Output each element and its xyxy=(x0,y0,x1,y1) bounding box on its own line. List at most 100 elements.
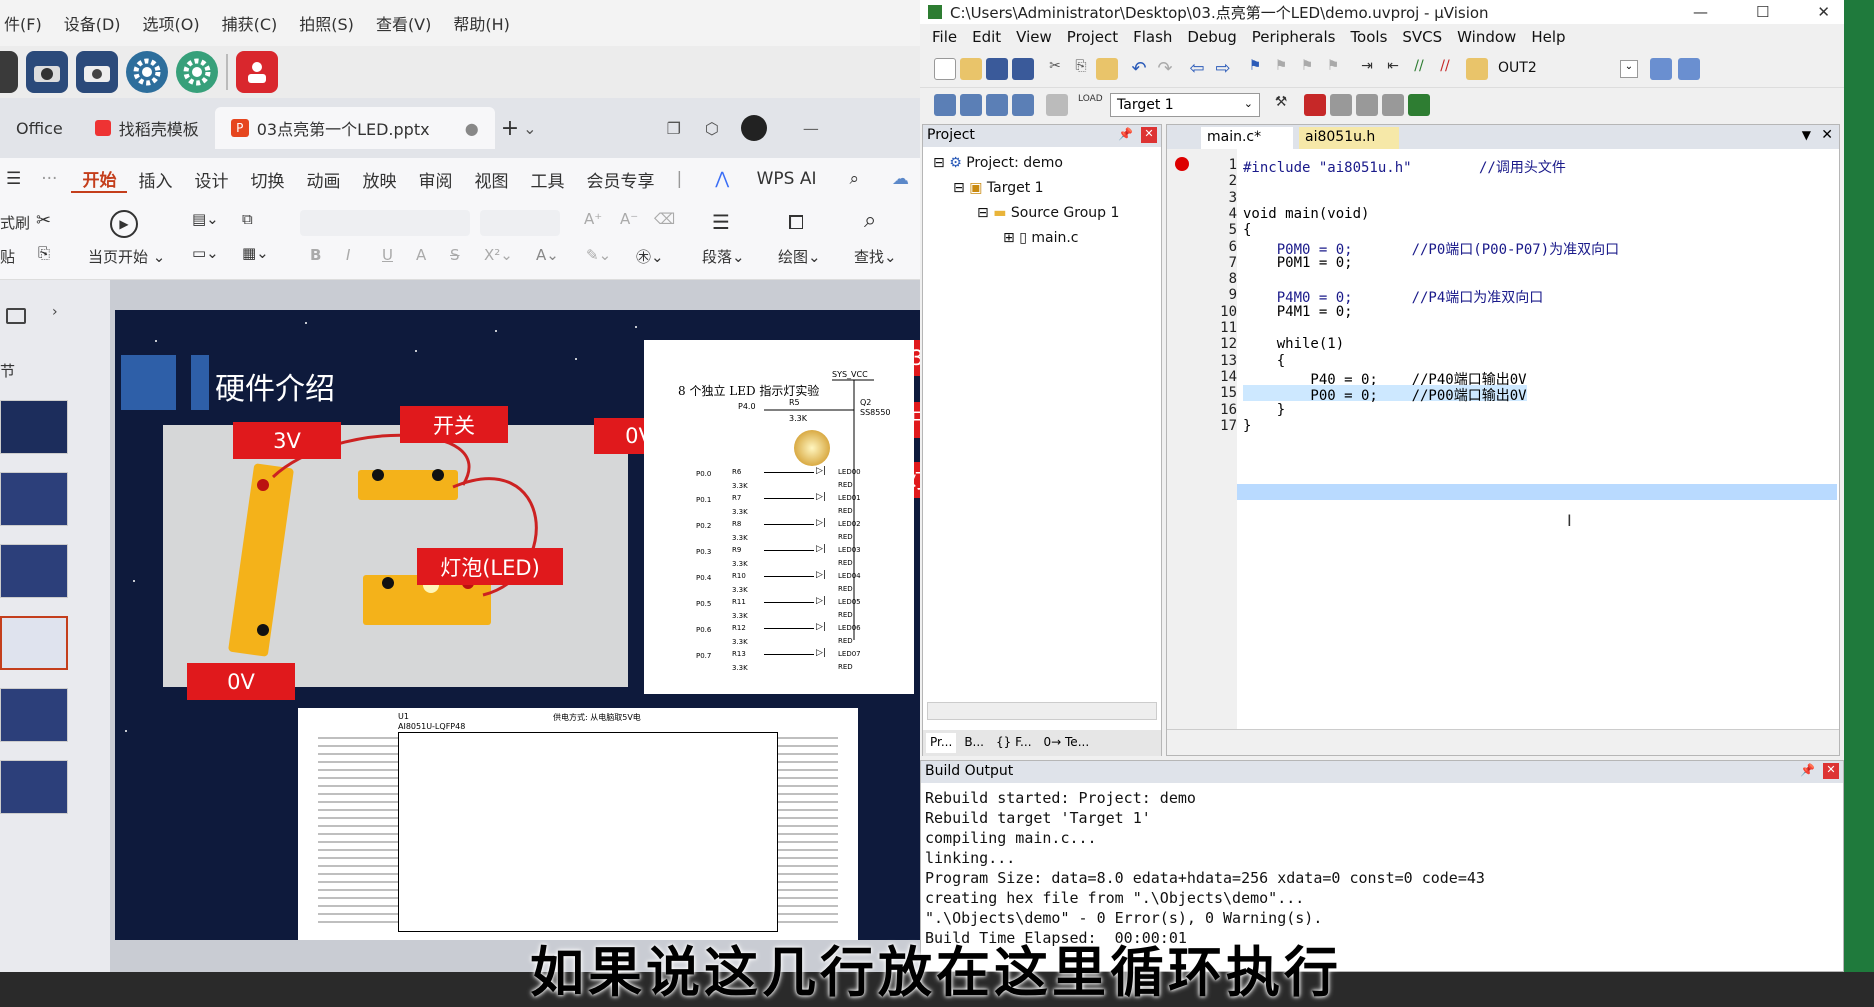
pack-installer-icon[interactable] xyxy=(1408,94,1430,116)
find-dropdown-chevron-icon[interactable]: ⌄ xyxy=(1620,60,1638,78)
ribbon-menu-icon[interactable]: ☰ xyxy=(0,169,27,189)
maximize-icon[interactable]: ☐ xyxy=(1756,3,1769,21)
tree-collapse-icon[interactable]: ⊟ xyxy=(933,155,945,171)
target-options-icon[interactable]: ⚒ xyxy=(1270,94,1292,116)
target-select[interactable]: Target 1 ⌄ xyxy=(1110,93,1260,117)
chevron-right-icon[interactable]: › xyxy=(52,304,58,320)
text-effect-icon[interactable]: A xyxy=(416,246,426,264)
bookmark-prev-icon[interactable]: ⚑ xyxy=(1270,58,1292,80)
indent-icon[interactable]: ⇥ xyxy=(1356,58,1378,80)
drawing-icon[interactable]: ⧠ xyxy=(788,210,804,234)
tab-templates[interactable]: 找稻壳模板 xyxy=(79,107,215,149)
camera-menu-view[interactable]: 查看(V) xyxy=(376,11,431,35)
camera-menu-device[interactable]: 设备(D) xyxy=(64,11,121,35)
ribbon-tab-vip[interactable]: 会员专享 xyxy=(575,167,665,192)
tree-main-c[interactable]: ⊞ ▯ main.c xyxy=(1003,230,1079,246)
ribbon-tab-tools[interactable]: 工具 xyxy=(519,167,575,192)
find-button[interactable]: 查找⌄ xyxy=(854,246,897,267)
user-icon[interactable] xyxy=(236,51,278,93)
ribbon-tab-insert[interactable]: 插入 xyxy=(127,167,183,192)
section-icon[interactable]: ▭⌄ xyxy=(192,244,219,262)
tree-collapse-icon[interactable]: ⊟ xyxy=(953,180,965,196)
gear-icon[interactable] xyxy=(176,51,218,93)
code-line[interactable]: P4M0 = 0; //P4端口为准双向口 xyxy=(1243,287,1544,306)
new-slide-icon[interactable]: ▤⌄ xyxy=(192,210,219,228)
camera-menu-capture[interactable]: 捕获(C) xyxy=(222,11,278,35)
highlight-icon[interactable]: ✎⌄ xyxy=(586,246,611,264)
tree-source-group[interactable]: ⊟ ▬ Source Group 1 xyxy=(977,205,1119,221)
paragraph-button[interactable]: 段落⌄ xyxy=(702,246,745,267)
rebuild-icon[interactable] xyxy=(986,94,1008,116)
ribbon-tab-review[interactable]: 审阅 xyxy=(407,167,463,192)
menu-project[interactable]: Project xyxy=(1067,28,1118,46)
ribbon-tab-home[interactable]: 开始 xyxy=(71,166,128,193)
incremental-find-icon[interactable] xyxy=(1650,58,1672,80)
bookmark-next-icon[interactable]: ⚑ xyxy=(1296,58,1318,80)
tab-templates[interactable]: 0→ Te... xyxy=(1040,733,1094,753)
layout-icon[interactable]: ⧉ xyxy=(242,210,253,228)
new-tab-plus-icon[interactable]: + xyxy=(501,116,519,141)
italic-icon[interactable]: I xyxy=(346,246,350,264)
clear-format-icon[interactable]: ⌫ xyxy=(654,210,675,228)
ribbon-tab-slideshow[interactable]: 放映 xyxy=(351,167,407,192)
menu-peripherals[interactable]: Peripherals xyxy=(1252,28,1336,46)
tree-collapse-icon[interactable]: ⊟ xyxy=(977,205,989,221)
new-file-icon[interactable] xyxy=(934,58,956,80)
camera-menu-file[interactable]: 件(F) xyxy=(4,11,42,35)
minimize-icon[interactable]: — xyxy=(1693,3,1708,21)
code-line[interactable]: } xyxy=(1243,418,1251,434)
underline-icon[interactable]: U xyxy=(382,246,393,264)
code-line[interactable]: P00 = 0; //P00端口输出0V xyxy=(1243,385,1527,404)
phonetic-icon[interactable]: ㊍⌄ xyxy=(636,246,664,267)
save-icon[interactable] xyxy=(986,58,1008,80)
font-color-icon[interactable]: A⌄ xyxy=(536,246,559,264)
font-family-select[interactable] xyxy=(300,210,470,236)
cube-icon[interactable]: ⬡ xyxy=(705,119,719,138)
slide-thumbnail-3[interactable] xyxy=(0,544,68,598)
font-grow-icon[interactable]: A⁺ xyxy=(584,210,602,228)
cut-icon[interactable]: ✂ xyxy=(1044,58,1066,80)
slide-thumbnail-2[interactable] xyxy=(0,472,68,526)
tab-main-c[interactable]: main.c* xyxy=(1201,127,1293,149)
window-restore-icon[interactable]: ❐ xyxy=(667,119,681,138)
slide-thumbnail-6[interactable] xyxy=(0,760,68,814)
copy-icon[interactable]: ⎘ xyxy=(1070,58,1092,80)
format-painter-label[interactable]: 式刷 xyxy=(0,212,30,233)
bookmark-clear-icon[interactable]: ⚑ xyxy=(1322,58,1344,80)
menu-flash[interactable]: Flash xyxy=(1133,28,1172,46)
comment-icon[interactable]: // xyxy=(1408,58,1430,80)
project-hscrollbar[interactable] xyxy=(927,702,1157,720)
ribbon-tab-view[interactable]: 视图 xyxy=(463,167,519,192)
open-folder-icon[interactable] xyxy=(960,58,982,80)
pin-icon[interactable]: 📌 xyxy=(1800,763,1815,777)
select-packs-icon[interactable] xyxy=(1356,94,1378,116)
video-camera-icon[interactable] xyxy=(76,51,118,93)
paragraph-icon[interactable]: ☰ xyxy=(712,210,730,234)
code-line[interactable]: void main(void) xyxy=(1243,206,1369,222)
strikethrough-icon[interactable]: S xyxy=(450,246,460,264)
superscript-icon[interactable]: X²⌄ xyxy=(484,246,513,264)
config-icon[interactable] xyxy=(1678,58,1700,80)
bold-icon[interactable]: B xyxy=(310,246,321,264)
slide[interactable]: 硬件介绍 3V 开关 灯泡(LED) 0V 0V 8 个独立 LED 指示灯实验… xyxy=(115,310,920,940)
paste-label[interactable]: 贴 xyxy=(0,246,15,267)
save-all-icon[interactable] xyxy=(1012,58,1034,80)
camera-icon[interactable] xyxy=(26,51,68,93)
cloud-icon[interactable]: ☁ xyxy=(881,169,920,189)
find-magnifier-icon[interactable]: ⌕ xyxy=(864,208,876,233)
drawing-button[interactable]: 绘图⌄ xyxy=(778,246,821,267)
play-from-current-button[interactable]: 当页开始 ⌄ xyxy=(88,246,165,267)
build-icon[interactable] xyxy=(960,94,982,116)
translate-icon[interactable] xyxy=(934,94,956,116)
code-line[interactable]: { xyxy=(1243,222,1251,238)
camera-menu-photo[interactable]: 拍照(S) xyxy=(299,11,354,35)
undo-icon[interactable]: ↶ xyxy=(1128,58,1150,80)
tree-project[interactable]: ⊟ ⚙ Project: demo xyxy=(933,155,1063,171)
reset-icon[interactable]: ▦⌄ xyxy=(242,244,269,262)
font-shrink-icon[interactable]: A⁻ xyxy=(620,210,638,228)
menu-file[interactable]: File xyxy=(932,28,957,46)
nav-back-icon[interactable]: ⇦ xyxy=(1186,58,1208,80)
close-icon[interactable]: ✕ xyxy=(1817,3,1830,21)
camera-menu-options[interactable]: 选项(O) xyxy=(143,11,200,35)
code-line[interactable]: P0M0 = 0; //P0端口(P00-P07)为准双向口 xyxy=(1243,239,1619,258)
